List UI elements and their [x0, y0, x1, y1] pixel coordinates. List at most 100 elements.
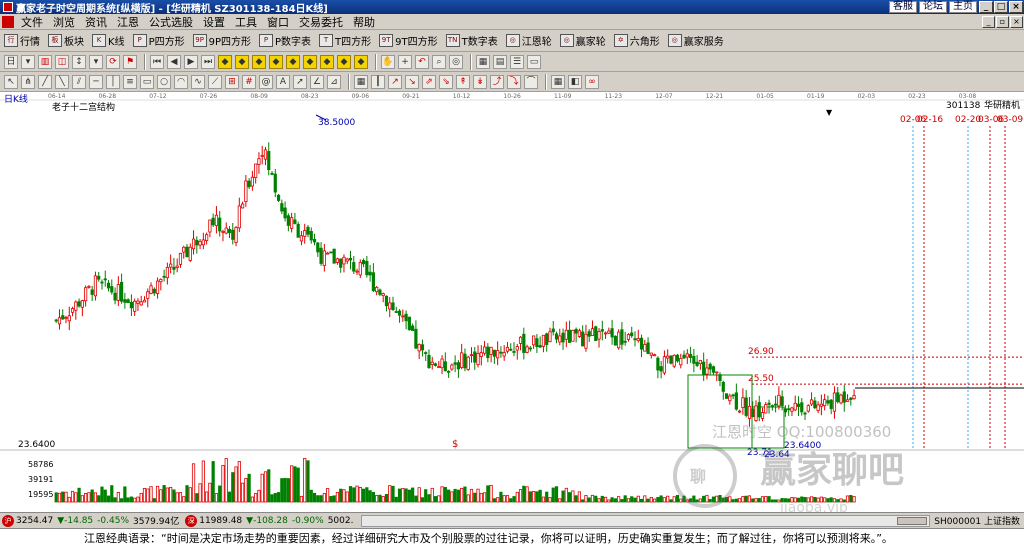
dropdown2-icon[interactable]: ▾: [89, 54, 103, 69]
hand-icon[interactable]: ✋: [381, 54, 395, 69]
index-code[interactable]: SH000001 上证指数: [934, 514, 1020, 527]
tool-service[interactable]: ◎ 赢家服务: [667, 33, 724, 48]
diamond-9-icon[interactable]: ◆: [354, 54, 368, 69]
cycle-icon[interactable]: ∿: [191, 74, 205, 89]
chart-type-icon[interactable]: ◫: [55, 54, 69, 69]
period-day-icon[interactable]: 日: [4, 54, 18, 69]
tool-kline[interactable]: K K线: [92, 33, 125, 48]
arc-icon[interactable]: ◠: [174, 74, 188, 89]
tool-hexagon[interactable]: ✡ 六角形: [613, 33, 660, 48]
maximize-icon[interactable]: □: [994, 1, 1008, 13]
next-bar-icon[interactable]: ▶: [184, 54, 198, 69]
gann-box-icon[interactable]: ⊞: [225, 74, 239, 89]
mark-2-icon[interactable]: ↘: [405, 74, 419, 89]
chart-area[interactable]: 06-14 06-28 07-12 07-26 08-09 08-23 09-06 09-21…: [0, 92, 1024, 516]
diamond-3-icon[interactable]: ◆: [252, 54, 266, 69]
page-icon[interactable]: ▤: [493, 54, 507, 69]
tool-t-table[interactable]: TN T数字表: [445, 33, 498, 48]
tool-t-square[interactable]: T T四方形: [319, 33, 371, 48]
indicator-icon[interactable]: ▥: [38, 54, 52, 69]
mdi-close-icon[interactable]: ×: [1010, 15, 1023, 28]
gann-fan-icon[interactable]: ⟋: [208, 74, 222, 89]
dropdown-icon[interactable]: ▾: [21, 54, 35, 69]
channel-icon[interactable]: ⫽: [72, 74, 86, 89]
minimize-icon[interactable]: _: [979, 1, 993, 13]
angle-icon[interactable]: ∠: [310, 74, 324, 89]
mark-7-icon[interactable]: ⤴: [490, 74, 504, 89]
tool-p-square[interactable]: P P四方形: [132, 33, 185, 48]
tool-9t-square[interactable]: 9T 9T四方形: [379, 33, 438, 48]
menu-tools[interactable]: 工具: [230, 14, 262, 30]
mark-9-icon[interactable]: ⌒: [524, 74, 538, 89]
infinity-icon[interactable]: ∞: [585, 74, 599, 89]
fib-icon[interactable]: ≡: [123, 74, 137, 89]
menu-window[interactable]: 窗口: [262, 14, 294, 30]
line-1-icon[interactable]: ╱: [38, 74, 52, 89]
mark-6-icon[interactable]: ↡: [473, 74, 487, 89]
mark-1-icon[interactable]: ↗: [388, 74, 402, 89]
text-icon[interactable]: A: [276, 74, 290, 89]
zoom-icon[interactable]: ⌕: [432, 54, 446, 69]
crosshair-icon[interactable]: +: [398, 54, 412, 69]
menu-news[interactable]: 资讯: [80, 14, 112, 30]
layers-icon[interactable]: ◧: [568, 74, 582, 89]
spiral-icon[interactable]: @: [259, 74, 273, 89]
arrow-up-down-icon[interactable]: ↕: [72, 54, 86, 69]
vline-icon[interactable]: │: [106, 74, 120, 89]
mark-5-icon[interactable]: ↟: [456, 74, 470, 89]
scroll-thumb[interactable]: [897, 516, 928, 525]
link-kefu[interactable]: 客服: [889, 1, 917, 13]
horizontal-scrollbar[interactable]: [361, 514, 931, 527]
table-icon[interactable]: ▦: [354, 74, 368, 89]
diamond-8-icon[interactable]: ◆: [337, 54, 351, 69]
prev-bar-icon[interactable]: ◀: [167, 54, 181, 69]
list-icon[interactable]: ☰: [510, 54, 524, 69]
diamond-7-icon[interactable]: ◆: [320, 54, 334, 69]
diamond-4-icon[interactable]: ◆: [269, 54, 283, 69]
menu-formula[interactable]: 公式选股: [144, 14, 198, 30]
hline-icon[interactable]: ─: [89, 74, 103, 89]
menu-gann[interactable]: 江恩: [112, 14, 144, 30]
first-bar-icon[interactable]: ⏮: [150, 54, 164, 69]
diamond-6-icon[interactable]: ◆: [303, 54, 317, 69]
diamond-5-icon[interactable]: ◆: [286, 54, 300, 69]
measure-icon[interactable]: ⊿: [327, 74, 341, 89]
mark-4-icon[interactable]: ⇘: [439, 74, 453, 89]
undo-icon[interactable]: ↶: [415, 54, 429, 69]
menu-file[interactable]: 文件: [16, 14, 48, 30]
refresh-icon[interactable]: ⟳: [106, 54, 120, 69]
arrow-icon[interactable]: ➚: [293, 74, 307, 89]
pointer-icon[interactable]: ↖: [4, 74, 18, 89]
target-icon[interactable]: ◎: [449, 54, 463, 69]
diamond-1-icon[interactable]: ◆: [218, 54, 232, 69]
close-icon[interactable]: ×: [1009, 1, 1023, 13]
mark-3-icon[interactable]: ⇗: [422, 74, 436, 89]
mdi-minimize-icon[interactable]: _: [982, 15, 995, 28]
window-icon[interactable]: ▭: [527, 54, 541, 69]
bars-icon[interactable]: ┃: [371, 74, 385, 89]
last-bar-icon[interactable]: ⏭: [201, 54, 215, 69]
fan-icon[interactable]: ⋔: [21, 74, 35, 89]
rect-icon[interactable]: ▭: [140, 74, 154, 89]
tool-p-table[interactable]: P P数字表: [259, 33, 311, 48]
tool-gann-wheel[interactable]: ◎ 江恩轮: [505, 33, 552, 48]
circle-icon[interactable]: ○: [157, 74, 171, 89]
tool-9p-square[interactable]: 9P 9P四方形: [192, 33, 251, 48]
menu-settings[interactable]: 设置: [198, 14, 230, 30]
flag-icon[interactable]: ⚑: [123, 54, 137, 69]
mdi-restore-icon[interactable]: ▫: [996, 15, 1009, 28]
link-luntan[interactable]: 论坛: [919, 1, 947, 13]
grid-icon[interactable]: ▦: [476, 54, 490, 69]
gann-grid-icon[interactable]: #: [242, 74, 256, 89]
mark-8-icon[interactable]: ⤵: [507, 74, 521, 89]
line-2-icon[interactable]: ╲: [55, 74, 69, 89]
kline-chart[interactable]: 06-14 06-28 07-12 07-26 08-09 08-23 09-06 09-21…: [0, 92, 1024, 516]
menu-trade[interactable]: 交易委托: [294, 14, 348, 30]
calc-icon[interactable]: ▦: [551, 74, 565, 89]
menu-help[interactable]: 帮助: [348, 14, 380, 30]
diamond-2-icon[interactable]: ◆: [235, 54, 249, 69]
link-zhuye[interactable]: 主页: [949, 1, 977, 13]
tool-winner-wheel[interactable]: ◎ 赢家轮: [559, 33, 606, 48]
tool-hangqing[interactable]: 行行情: [4, 33, 40, 48]
menu-browse[interactable]: 浏览: [48, 14, 80, 30]
